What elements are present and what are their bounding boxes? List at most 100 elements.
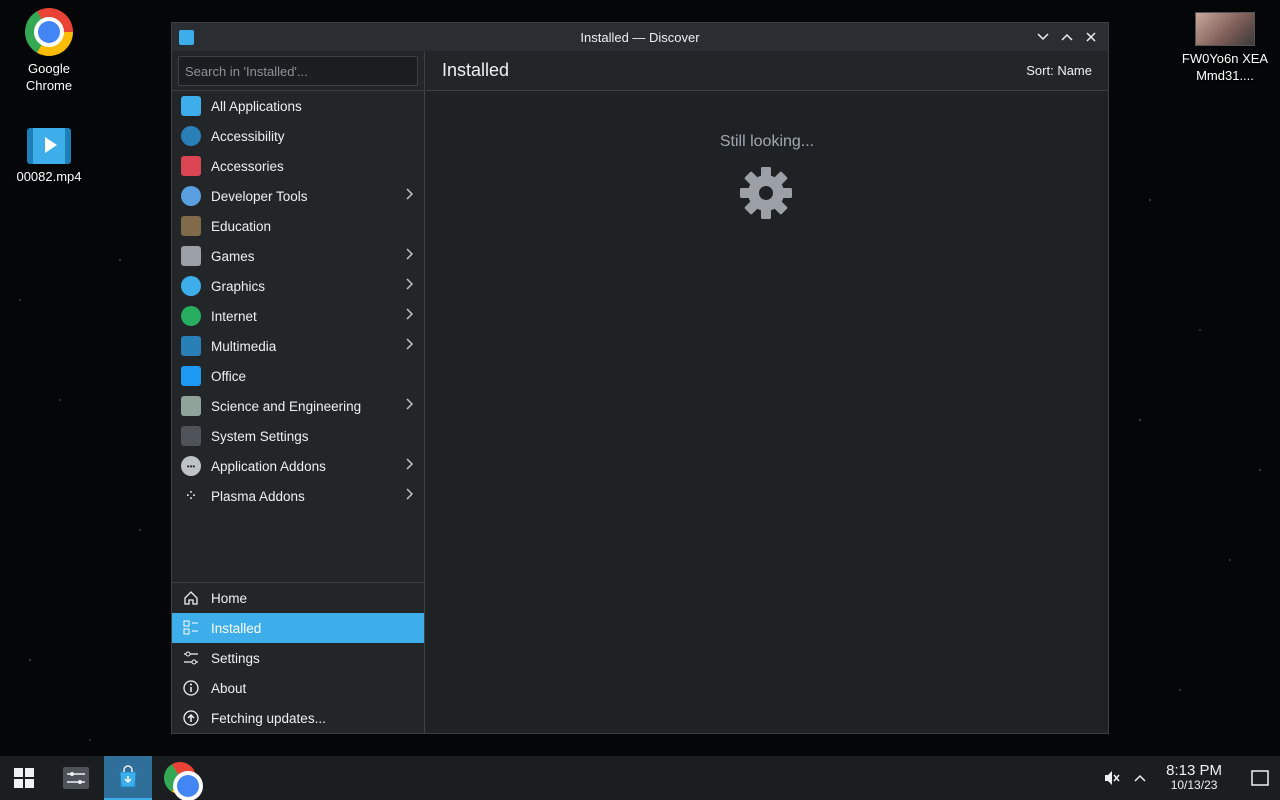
category-item[interactable]: Games	[172, 241, 424, 271]
taskbar-chrome[interactable]	[156, 756, 204, 800]
update-icon	[181, 708, 201, 728]
category-item[interactable]: Education	[172, 211, 424, 241]
office-icon	[181, 366, 201, 386]
nav-item-fetching[interactable]: Fetching updates...	[172, 703, 424, 733]
show-desktop-icon	[1251, 770, 1269, 786]
content-area: Still looking...	[426, 91, 1108, 733]
home-icon	[181, 588, 201, 608]
chevron-right-icon	[406, 457, 414, 474]
chevron-right-icon	[406, 487, 414, 504]
tray-expand-icon	[1134, 774, 1146, 782]
chevron-right-icon	[406, 307, 414, 324]
plasma-addons-icon: ⁘	[184, 488, 198, 505]
start-menu-button[interactable]	[0, 756, 48, 800]
category-item[interactable]: Accessibility	[172, 121, 424, 151]
system-tray: 8:13 PM 10/13/23	[1098, 756, 1280, 800]
image-thumbnail-icon	[1195, 12, 1255, 46]
discover-app-icon	[179, 30, 194, 45]
developer-tools-icon	[181, 186, 201, 206]
nav-item-label: Fetching updates...	[211, 710, 326, 726]
desktop-icon-label: Google Chrome	[25, 61, 73, 93]
maximize-button[interactable]	[1056, 26, 1078, 48]
category-label: Internet	[211, 308, 257, 324]
settings-icon	[181, 648, 201, 668]
category-label: Application Addons	[211, 458, 326, 474]
category-label: Developer Tools	[211, 188, 308, 204]
category-item[interactable]: Office	[172, 361, 424, 391]
category-label: Games	[211, 248, 255, 264]
search-input[interactable]	[178, 56, 418, 86]
sort-label: Sort: Name	[1026, 63, 1092, 78]
application-addons-icon: •••	[181, 456, 201, 476]
discover-icon	[119, 765, 137, 788]
page-title: Installed	[442, 60, 510, 80]
chevron-right-icon	[406, 187, 414, 204]
category-item[interactable]: ••• Application Addons	[172, 451, 424, 481]
clock-time: 8:13 PM	[1166, 762, 1222, 779]
category-item[interactable]: Science and Engineering	[172, 391, 424, 421]
category-label: Multimedia	[211, 338, 277, 354]
taskbar: 8:13 PM 10/13/23	[0, 756, 1280, 800]
window-title: Installed — Discover	[580, 29, 700, 45]
clock[interactable]: 8:13 PM 10/13/23	[1166, 763, 1222, 793]
sidebar: All Applications Accessibility Accessories…	[172, 51, 425, 733]
category-item[interactable]: Internet	[172, 301, 424, 331]
tray-expand-button[interactable]	[1126, 774, 1154, 782]
nav-item-label: Installed	[211, 620, 262, 636]
chevron-right-icon	[406, 247, 414, 264]
close-button[interactable]	[1080, 26, 1102, 48]
category-item[interactable]: ⁘ Plasma Addons	[172, 481, 424, 511]
category-label: Science and Engineering	[211, 398, 362, 414]
installed-icon	[181, 618, 201, 638]
desktop-icon-video[interactable]: 00082.mp4	[4, 128, 94, 185]
nav-item-settings[interactable]: Settings	[172, 643, 424, 673]
sort-button[interactable]: Sort: Name	[1026, 63, 1092, 78]
chrome-icon	[25, 8, 73, 56]
science-icon	[181, 396, 201, 416]
page-header: Installed Sort: Name	[426, 51, 1108, 91]
close-icon	[1086, 32, 1096, 42]
category-item[interactable]: Multimedia	[172, 331, 424, 361]
desktop-icon-chrome[interactable]: Google Chrome	[4, 8, 94, 94]
category-item[interactable]: All Applications	[172, 91, 424, 121]
accessibility-icon	[181, 126, 201, 146]
chevron-up-icon	[1061, 33, 1073, 41]
gear-icon	[740, 167, 792, 219]
category-label: Education	[211, 218, 272, 234]
discover-window: Installed — Discover All Applications Acc…	[171, 22, 1109, 734]
minimize-button[interactable]	[1032, 26, 1054, 48]
category-label: Accessibility	[211, 128, 285, 144]
about-icon	[181, 678, 201, 698]
title-bar[interactable]: Installed — Discover	[172, 23, 1108, 51]
desktop-icon-label: FW0Yo6n XEAMmd31....	[1181, 51, 1269, 83]
volume-muted-icon	[1105, 771, 1120, 785]
nav-item-about[interactable]: About	[172, 673, 424, 703]
start-menu-icon	[14, 768, 34, 788]
all-apps-icon	[181, 96, 201, 116]
nav-item-home[interactable]: Home	[172, 583, 424, 613]
internet-icon	[181, 306, 201, 326]
volume-button[interactable]	[1098, 769, 1126, 787]
category-item[interactable]: Accessories	[172, 151, 424, 181]
system-settings-icon	[181, 426, 201, 446]
system-settings-icon	[63, 767, 89, 789]
status-text: Still looking...	[719, 133, 815, 150]
chevron-right-icon	[406, 277, 414, 294]
category-item[interactable]: System Settings	[172, 421, 424, 451]
nav-item-label: Settings	[211, 650, 260, 666]
show-desktop-button[interactable]	[1240, 770, 1280, 786]
category-label: Plasma Addons	[211, 488, 305, 504]
category-label: Office	[211, 368, 247, 384]
taskbar-discover[interactable]	[104, 756, 152, 800]
taskbar-system-settings[interactable]	[52, 756, 100, 800]
games-icon	[181, 246, 201, 266]
nav-item-installed[interactable]: Installed	[172, 613, 424, 643]
chevron-right-icon	[406, 337, 414, 354]
chrome-icon	[164, 762, 199, 797]
category-label: Graphics	[211, 278, 266, 294]
desktop-icon-image[interactable]: FW0Yo6n XEAMmd31....	[1180, 12, 1270, 84]
clock-date: 10/13/23	[1170, 778, 1218, 792]
category-item[interactable]: Developer Tools	[172, 181, 424, 211]
category-item[interactable]: Graphics	[172, 271, 424, 301]
category-label: System Settings	[211, 428, 309, 444]
